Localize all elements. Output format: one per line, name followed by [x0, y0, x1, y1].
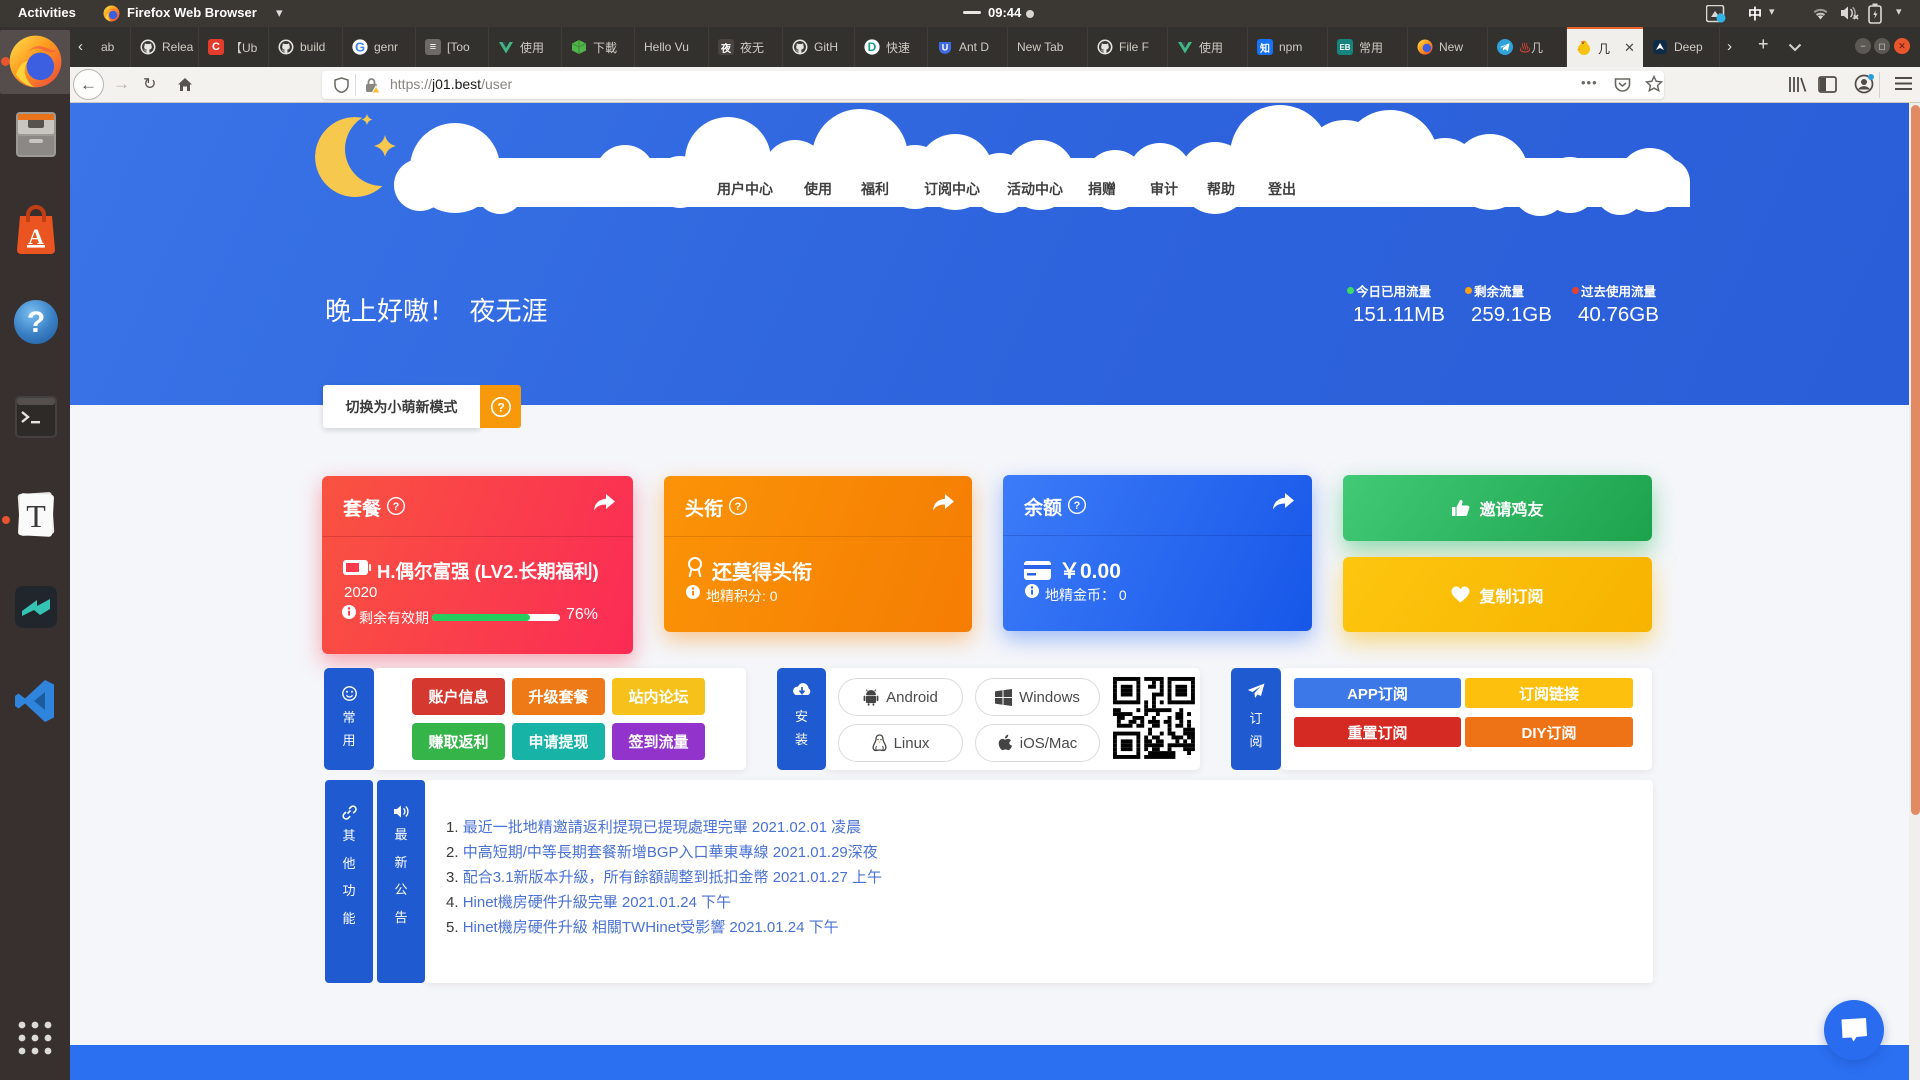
svg-text:?: ? [735, 501, 742, 513]
svg-text:U: U [942, 43, 949, 53]
svg-text:?: ? [393, 501, 400, 513]
svg-text:?: ? [497, 400, 504, 414]
svg-text:?: ? [27, 306, 45, 339]
svg-text:G: G [355, 40, 365, 55]
svg-text:D: D [868, 40, 877, 54]
svg-text:?: ? [1074, 500, 1081, 512]
svg-text:T: T [26, 498, 46, 534]
